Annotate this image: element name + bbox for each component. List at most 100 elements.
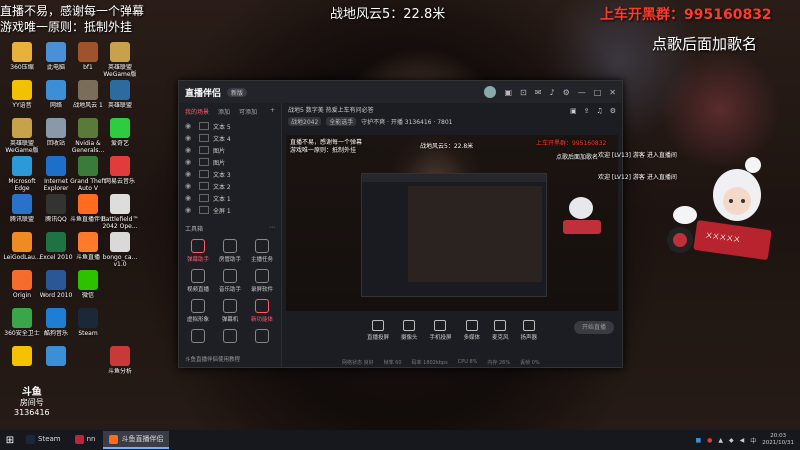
toolbox-item[interactable]: 视频直播 bbox=[183, 269, 213, 293]
taskbar-app[interactable]: nn bbox=[69, 431, 102, 447]
taskbar: ⊞ Steam nn 斗鱼直播伴侣 ■ ● ▲ ◆ ◀ 中 20:03 2021/1… bbox=[0, 430, 800, 450]
layer-item[interactable]: ◉ 文本 3 bbox=[179, 168, 281, 180]
layer-item[interactable]: ◉ 文本 2 bbox=[179, 180, 281, 192]
tool-icon bbox=[223, 239, 237, 253]
taskbar-app[interactable]: Steam bbox=[20, 431, 67, 447]
clock[interactable]: 20:03 2021/10/31 bbox=[762, 433, 794, 447]
network-icon[interactable]: ◆ bbox=[729, 437, 734, 444]
maximize-icon[interactable]: □ bbox=[594, 88, 602, 97]
eye-icon[interactable]: ◉ bbox=[185, 146, 193, 154]
add-scene-icon[interactable]: + bbox=[270, 107, 275, 116]
gift-icon[interactable]: ▣ bbox=[570, 107, 577, 115]
control-button[interactable]: 直播投屏 bbox=[367, 319, 389, 341]
window-titlebar[interactable]: 直播伴侣 新版 ▣ ⊡ ✉ ♪ ⚙ — □ ✕ bbox=[179, 81, 622, 103]
scene-tab[interactable]: 可添加 bbox=[239, 107, 257, 116]
close-icon[interactable]: ✕ bbox=[609, 88, 616, 97]
toolbox-item[interactable]: 虚拟形象 bbox=[183, 299, 213, 323]
toolbox-item[interactable] bbox=[215, 329, 245, 345]
layer-item[interactable]: ◉ 文本 5 bbox=[179, 120, 281, 132]
app-icon bbox=[110, 232, 130, 252]
control-button[interactable]: 麦克风 bbox=[492, 319, 509, 341]
app-icon bbox=[110, 270, 130, 290]
settings-icon[interactable]: ⚙ bbox=[610, 107, 616, 115]
gift-icon[interactable]: ▣ bbox=[504, 88, 512, 97]
control-button[interactable]: 多媒体 bbox=[464, 319, 480, 341]
app-icon bbox=[110, 118, 130, 138]
toolbox-item[interactable]: 房管助手 bbox=[215, 239, 245, 263]
message-icon[interactable]: ✉ bbox=[535, 88, 542, 97]
desktop-icon[interactable]: 爱奇艺 bbox=[100, 118, 140, 154]
toolbox-item[interactable] bbox=[247, 329, 277, 345]
control-button[interactable]: 手机投屏 bbox=[429, 319, 452, 341]
tray-app-icon[interactable]: ■ bbox=[695, 437, 701, 444]
status-item: 码率 1802kbps bbox=[411, 359, 448, 366]
eye-icon[interactable]: ◉ bbox=[185, 134, 193, 142]
control-button[interactable]: 摄像头 bbox=[401, 319, 417, 341]
app-icon bbox=[78, 194, 98, 214]
layer-type-icon bbox=[199, 182, 209, 190]
eye-icon[interactable]: ◉ bbox=[185, 206, 193, 214]
toolbox-item[interactable]: 弹幕机 bbox=[215, 299, 245, 323]
scene-tab[interactable]: 我的场景 bbox=[185, 107, 209, 116]
settings-icon[interactable]: ⚙ bbox=[563, 88, 570, 97]
layer-label: 文本 2 bbox=[213, 183, 231, 191]
layer-item[interactable]: ◉ 全屏 1 bbox=[179, 204, 281, 216]
desktop-icon[interactable]: bongo_ca... v1.0 bbox=[100, 232, 140, 268]
toolbox-item[interactable] bbox=[183, 329, 213, 345]
room-tag[interactable]: 全能选手 bbox=[326, 117, 357, 126]
layer-type-icon bbox=[199, 134, 209, 142]
windows-start-icon[interactable]: ⊞ bbox=[0, 435, 20, 446]
more-icon[interactable]: ⋯ bbox=[269, 224, 275, 233]
eye-icon[interactable]: ◉ bbox=[185, 122, 193, 130]
overlay-game-text: 战地风云5：22.8米 bbox=[330, 7, 446, 22]
toolbox-item[interactable]: 录屏软件 bbox=[247, 269, 277, 293]
toolbox-item[interactable]: 主播任务 bbox=[247, 239, 277, 263]
room-title[interactable]: 战地5 数字美 热爱上车有问必答 bbox=[288, 105, 616, 114]
watermark-logo: 斗鱼 bbox=[21, 387, 42, 398]
ime-icon[interactable]: 中 bbox=[750, 436, 756, 445]
volume-icon[interactable]: ◀ bbox=[740, 437, 745, 444]
eye-icon[interactable]: ◉ bbox=[185, 170, 193, 178]
desktop-icon[interactable]: 英雄联盟WeGame版 bbox=[100, 42, 140, 78]
tutorial-link[interactable]: 斗鱼直播伴侣使用教程 bbox=[185, 355, 240, 363]
app-icon bbox=[46, 308, 66, 328]
minimize-icon[interactable]: — bbox=[578, 88, 586, 97]
desktop-icon-label: bongo_ca... v1.0 bbox=[102, 254, 138, 268]
live-companion-window[interactable]: 直播伴侣 新版 ▣ ⊡ ✉ ♪ ⚙ — □ ✕ 我的场景 添加 可添加 + ◉ 文本 5… bbox=[178, 80, 623, 368]
lock-icon[interactable]: ⊡ bbox=[520, 88, 527, 97]
control-button[interactable]: 扬声器 bbox=[521, 319, 537, 341]
bell-icon[interactable]: ♫ bbox=[596, 107, 602, 115]
toolbox-item[interactable]: 音乐助手 bbox=[215, 269, 245, 293]
toolbox-item[interactable]: 弹幕助手 bbox=[183, 239, 213, 263]
share-icon[interactable]: ⇪ bbox=[584, 107, 590, 115]
layer-type-icon bbox=[199, 194, 209, 202]
layer-item[interactable]: ◉ 文本 1 bbox=[179, 192, 281, 204]
layer-item[interactable]: ◉ 图片 bbox=[179, 144, 281, 156]
desktop-icon[interactable]: 网易云音乐 bbox=[100, 156, 140, 192]
start-live-button[interactable]: 开始直播 bbox=[574, 321, 614, 334]
avatar[interactable] bbox=[484, 86, 497, 98]
recursive-titlebar bbox=[362, 174, 546, 182]
scene-tab[interactable]: 添加 bbox=[218, 107, 230, 116]
eye-icon[interactable]: ◉ bbox=[185, 158, 193, 166]
tray-app-icon[interactable]: ● bbox=[707, 437, 712, 444]
room-tag[interactable]: 战地2042 bbox=[288, 117, 322, 126]
desktop-icon bbox=[100, 270, 140, 306]
eye-icon[interactable]: ◉ bbox=[185, 194, 193, 202]
tool-icon bbox=[191, 329, 205, 343]
tray-app-icon[interactable]: ▲ bbox=[718, 437, 723, 444]
desktop-icon[interactable]: Battlefield™ 2042 Ope... bbox=[100, 194, 140, 230]
taskbar-app[interactable]: 斗鱼直播伴侣 bbox=[103, 431, 170, 449]
taskbar-app-icon bbox=[109, 434, 119, 444]
tool-icon bbox=[223, 269, 237, 283]
layer-item[interactable]: ◉ 文本 4 bbox=[179, 132, 281, 144]
eye-icon[interactable]: ◉ bbox=[185, 182, 193, 190]
bell-icon[interactable]: ♪ bbox=[549, 88, 554, 97]
desktop-icon[interactable]: 斗鱼分析 bbox=[100, 346, 140, 382]
layer-label: 全屏 1 bbox=[213, 207, 231, 215]
desktop-icon[interactable]: 英雄联盟 bbox=[100, 80, 140, 116]
stream-preview[interactable]: 直播不易，感谢每一个弹幕 游戏唯一原则：抵制外挂 战地风云5：22.8米 上车开… bbox=[286, 135, 618, 311]
layer-item[interactable]: ◉ 图片 bbox=[179, 156, 281, 168]
app-icon bbox=[110, 80, 130, 100]
toolbox-item[interactable]: 新功能体 bbox=[247, 299, 277, 323]
